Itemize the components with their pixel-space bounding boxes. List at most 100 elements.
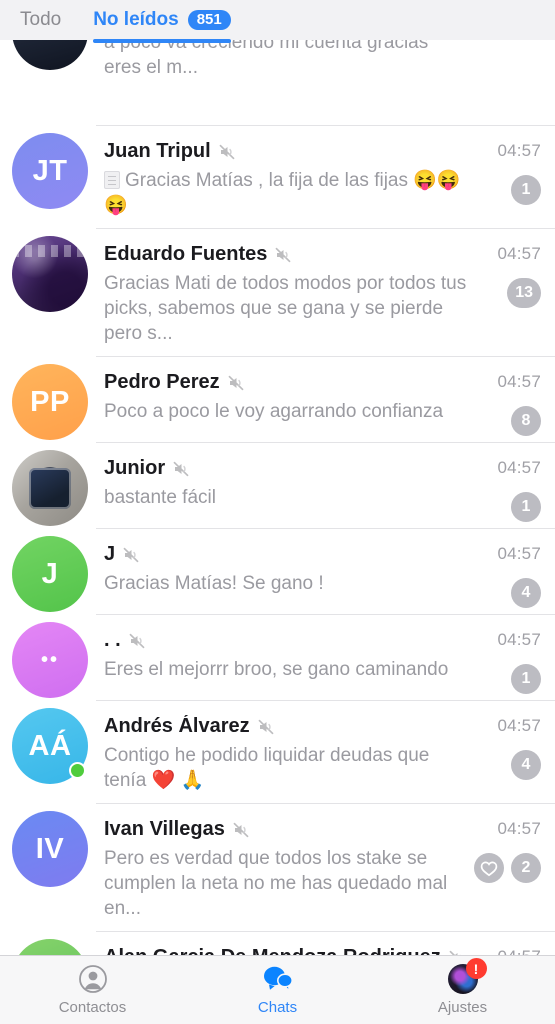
chat-body: Juan Tripul Gracias Matías , la fija de l… xyxy=(88,126,467,229)
chat-preview-text: Gracias Matías! Se gano ! xyxy=(104,573,324,594)
avatar[interactable] xyxy=(12,236,88,312)
chat-row[interactable]: IV Ivan Villegas Pero es verdad que todos … xyxy=(0,804,555,932)
avatar[interactable]: •• xyxy=(12,622,88,698)
avatar-initials-text: AÁ xyxy=(28,729,72,762)
chat-timestamp: 04:57 xyxy=(497,819,541,838)
tab-label: Ajustes xyxy=(437,999,488,1016)
chat-row-partial-top[interactable]: a poco va creciendo mi cuenta gracias er… xyxy=(0,40,555,126)
tab-ajustes[interactable]: ! Ajustes xyxy=(370,958,555,1016)
chat-row[interactable]: JT Juan Tripul Gracias Matías , la fija de… xyxy=(0,126,555,229)
chat-meta: 04:57 8 xyxy=(467,357,541,436)
unread-badge: 1 xyxy=(511,175,541,205)
chat-row[interactable]: •• . . Eres el mejorrr broo, se gano camin… xyxy=(0,615,555,701)
chat-title-line: Eduardo Fuentes xyxy=(104,243,467,266)
avatar[interactable]: IV xyxy=(12,811,88,887)
chat-row[interactable]: PP Pedro Perez Poco a poco le voy agarrand… xyxy=(0,357,555,443)
avatar xyxy=(12,40,88,70)
active-tab-underline xyxy=(93,39,231,43)
avatar-initials: •• xyxy=(12,622,88,698)
chat-meta xyxy=(467,40,541,55)
chat-title-line: Alan Garcia De Mendoza Rodriguez xyxy=(104,946,467,955)
mute-icon xyxy=(228,375,244,391)
chats-icon xyxy=(263,964,293,994)
chat-body: Junior bastante fácil xyxy=(88,443,467,521)
chat-title-line: Pedro Perez xyxy=(104,371,467,394)
online-status-dot xyxy=(69,762,86,779)
chat-list[interactable]: a poco va creciendo mi cuenta gracias er… xyxy=(0,40,555,955)
chat-preview-text: Gracias Mati de todos modos por todos tu… xyxy=(104,273,467,344)
chat-title-line: Juan Tripul xyxy=(104,140,467,163)
chat-preview: Gracias Matías , la fija de las fijas 😝😝… xyxy=(104,168,467,218)
avatar[interactable]: PP xyxy=(12,364,88,440)
mute-icon xyxy=(275,247,291,263)
tab-label: Contactos xyxy=(58,999,127,1016)
chat-body: Eduardo Fuentes Gracias Mati de todos mod… xyxy=(88,229,467,357)
chat-body: Ivan Villegas Pero es verdad que todos lo… xyxy=(88,804,467,932)
avatar-initials: AG xyxy=(12,939,88,955)
chat-name: Juan Tripul xyxy=(104,140,211,162)
chat-body: Alan Garcia De Mendoza RodriguezPero cua… xyxy=(88,932,467,955)
avatar[interactable]: AÁ xyxy=(12,708,88,784)
chat-meta: 04:57 4 xyxy=(467,529,541,608)
mute-icon xyxy=(173,461,189,477)
tab-contactos[interactable]: Contactos xyxy=(0,964,185,1016)
avatar[interactable]: J xyxy=(12,536,88,612)
chat-badges: 2 xyxy=(474,853,541,883)
filter-tab-label: No leídos xyxy=(93,9,179,30)
avatar[interactable]: AG xyxy=(12,939,88,955)
chat-meta: 04:57 2 xyxy=(467,804,541,883)
chat-timestamp: 04:57 xyxy=(497,947,541,955)
filter-tab-no-leidos[interactable]: No leídos 851 xyxy=(93,0,231,43)
chat-row[interactable]: Junior bastante fácil 04:57 1 xyxy=(0,443,555,529)
chat-row[interactable]: J J Gracias Matías! Se gano ! 04:57 4 xyxy=(0,529,555,615)
chat-preview-text: bastante fácil xyxy=(104,487,216,508)
chat-timestamp: 04:57 xyxy=(497,544,541,563)
filter-tab-todo[interactable]: Todo xyxy=(20,0,61,40)
unread-badge: 4 xyxy=(511,750,541,780)
avatar-initials: IV xyxy=(12,811,88,887)
avatar-initials-text: IV xyxy=(35,832,65,865)
avatar-initials: JT xyxy=(12,133,88,209)
mute-icon xyxy=(123,547,139,563)
unread-badge: 4 xyxy=(511,578,541,608)
chat-name: Alan Garcia De Mendoza Rodriguez xyxy=(104,946,441,955)
tab-chats[interactable]: Chats xyxy=(185,964,370,1016)
avatar-initials: J xyxy=(12,536,88,612)
settings-avatar-icon: ! xyxy=(447,958,487,994)
chat-preview: Gracias Mati de todos modos por todos tu… xyxy=(104,271,467,346)
bottom-tab-bar: Contactos Chats ! Ajustes xyxy=(0,955,555,1024)
avatar[interactable]: JT xyxy=(12,133,88,209)
chat-body: Andrés Álvarez Contigo he podido liquidar… xyxy=(88,701,467,804)
chat-preview: Contigo he podido liquidar deudas que te… xyxy=(104,743,467,793)
chat-row[interactable]: Eduardo Fuentes Gracias Mati de todos mod… xyxy=(0,229,555,357)
chat-timestamp: 04:57 xyxy=(497,372,541,391)
chat-name: Pedro Perez xyxy=(104,371,220,393)
mute-icon xyxy=(258,719,274,735)
chat-meta: 04:57 13 xyxy=(467,229,541,308)
chat-name: Eduardo Fuentes xyxy=(104,243,268,265)
tab-label: Chats xyxy=(257,999,298,1016)
contacts-icon xyxy=(78,964,107,994)
chat-timestamp: 04:57 xyxy=(497,244,541,263)
chat-badges: 1 xyxy=(511,664,541,694)
chat-preview: Pero es verdad que todos los stake se cu… xyxy=(104,846,467,921)
chat-preview-text: Contigo he podido liquidar deudas que te… xyxy=(104,745,430,791)
avatar-photo xyxy=(12,40,88,70)
chat-list-screen: Todo No leídos 851 a poco va creciendo m… xyxy=(0,0,555,1024)
chat-meta: 04:5722 xyxy=(467,932,541,955)
chat-preview-text: Gracias Matías , la fija de las fijas 😝😝… xyxy=(104,170,461,216)
avatar[interactable] xyxy=(12,450,88,526)
chat-name: Andrés Álvarez xyxy=(104,715,250,737)
chat-row[interactable]: AGAlan Garcia De Mendoza RodriguezPero c… xyxy=(0,932,555,955)
chat-row[interactable]: AÁ Andrés Álvarez Contigo he podido liquid… xyxy=(0,701,555,804)
mute-icon xyxy=(219,144,235,160)
unread-count-badge: 851 xyxy=(187,10,231,30)
chat-meta: 04:57 1 xyxy=(467,443,541,522)
avatar-photo xyxy=(12,450,88,526)
chat-title-line: Andrés Álvarez xyxy=(104,715,467,738)
avatar-initials-text: •• xyxy=(40,648,59,671)
chat-body: . . Eres el mejorrr broo, se gano caminan… xyxy=(88,615,467,693)
chat-preview: a poco va creciendo mi cuenta gracias er… xyxy=(104,40,429,78)
alert-badge: ! xyxy=(465,958,487,979)
chat-body: Pedro Perez Poco a poco le voy agarrando … xyxy=(88,357,467,435)
